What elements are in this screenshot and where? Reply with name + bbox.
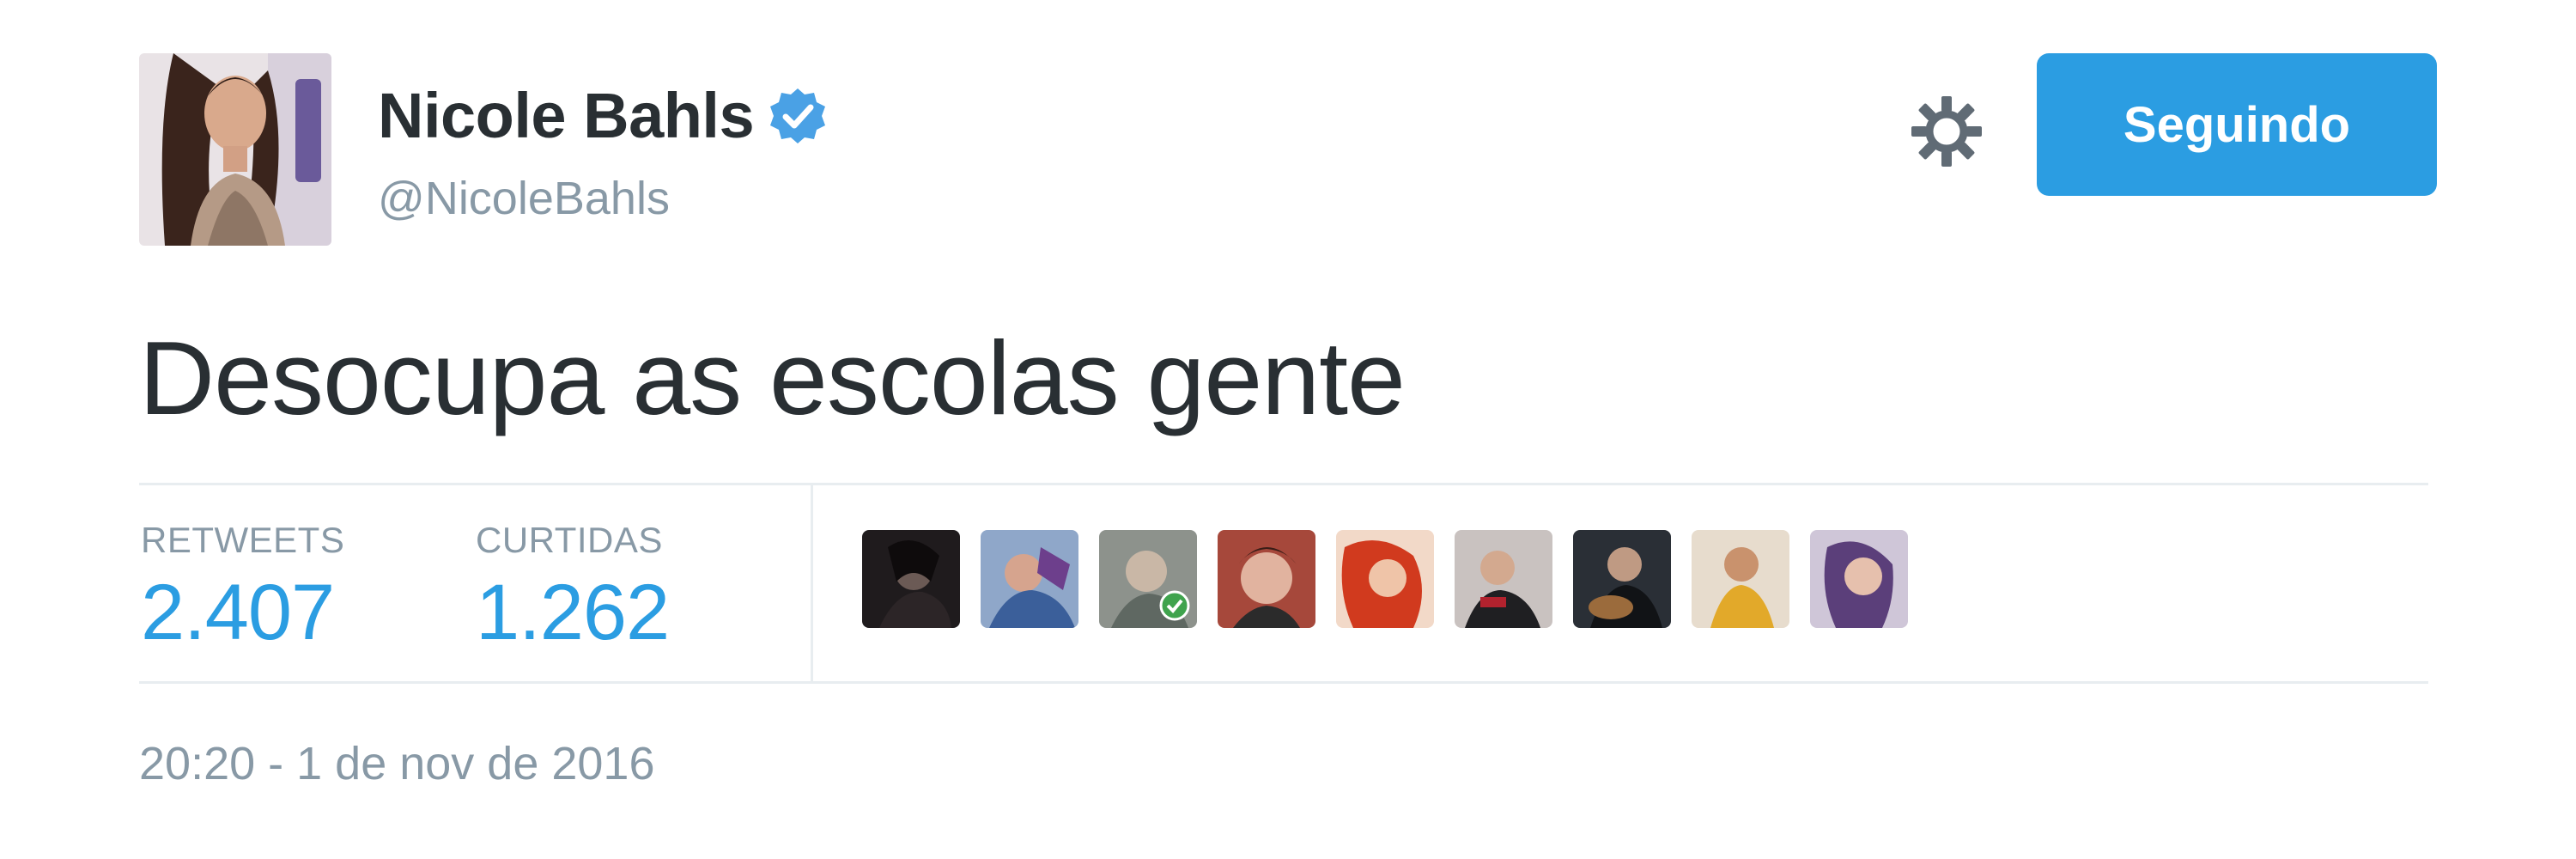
liker-avatar[interactable] [1692,530,1789,628]
likes-count: 1.262 [476,569,670,656]
tweet-stats: RETWEETS 2.407 CURTIDAS 1.262 [139,483,2428,684]
user-display-name[interactable]: Nicole Bahls [378,79,755,152]
liker-avatar[interactable] [1573,530,1671,628]
liker-avatar[interactable] [981,530,1078,628]
liker-avatar[interactable] [1455,530,1552,628]
tweet-text: Desocupa as escolas gente [139,320,1406,436]
liker-avatar[interactable] [1218,530,1315,628]
user-name-row: Nicole Bahls [378,79,828,152]
verified-badge-icon [768,86,828,146]
liker-avatar[interactable] [1810,530,1908,628]
retweets-count: 2.407 [141,569,335,656]
gear-icon[interactable] [1908,93,1985,170]
tweet-timestamp[interactable]: 20:20 - 1 de nov de 2016 [139,737,655,790]
stats-divider [811,485,813,681]
retweets-label: RETWEETS [141,520,345,560]
liker-avatar[interactable] [1099,530,1197,628]
tweet-card: Nicole Bahls @NicoleBahls Seguindo Desoc… [0,0,2576,859]
liked-by-avatars [862,530,1908,628]
profile-avatar[interactable] [139,53,331,246]
likes-label: CURTIDAS [476,520,663,560]
retweets-stat[interactable]: RETWEETS 2.407 [141,520,344,658]
user-handle[interactable]: @NicoleBahls [378,172,670,225]
liker-avatar[interactable] [1336,530,1434,628]
likes-stat[interactable]: CURTIDAS 1.262 [476,520,670,658]
following-button[interactable]: Seguindo [2037,53,2437,196]
liker-avatar[interactable] [862,530,960,628]
